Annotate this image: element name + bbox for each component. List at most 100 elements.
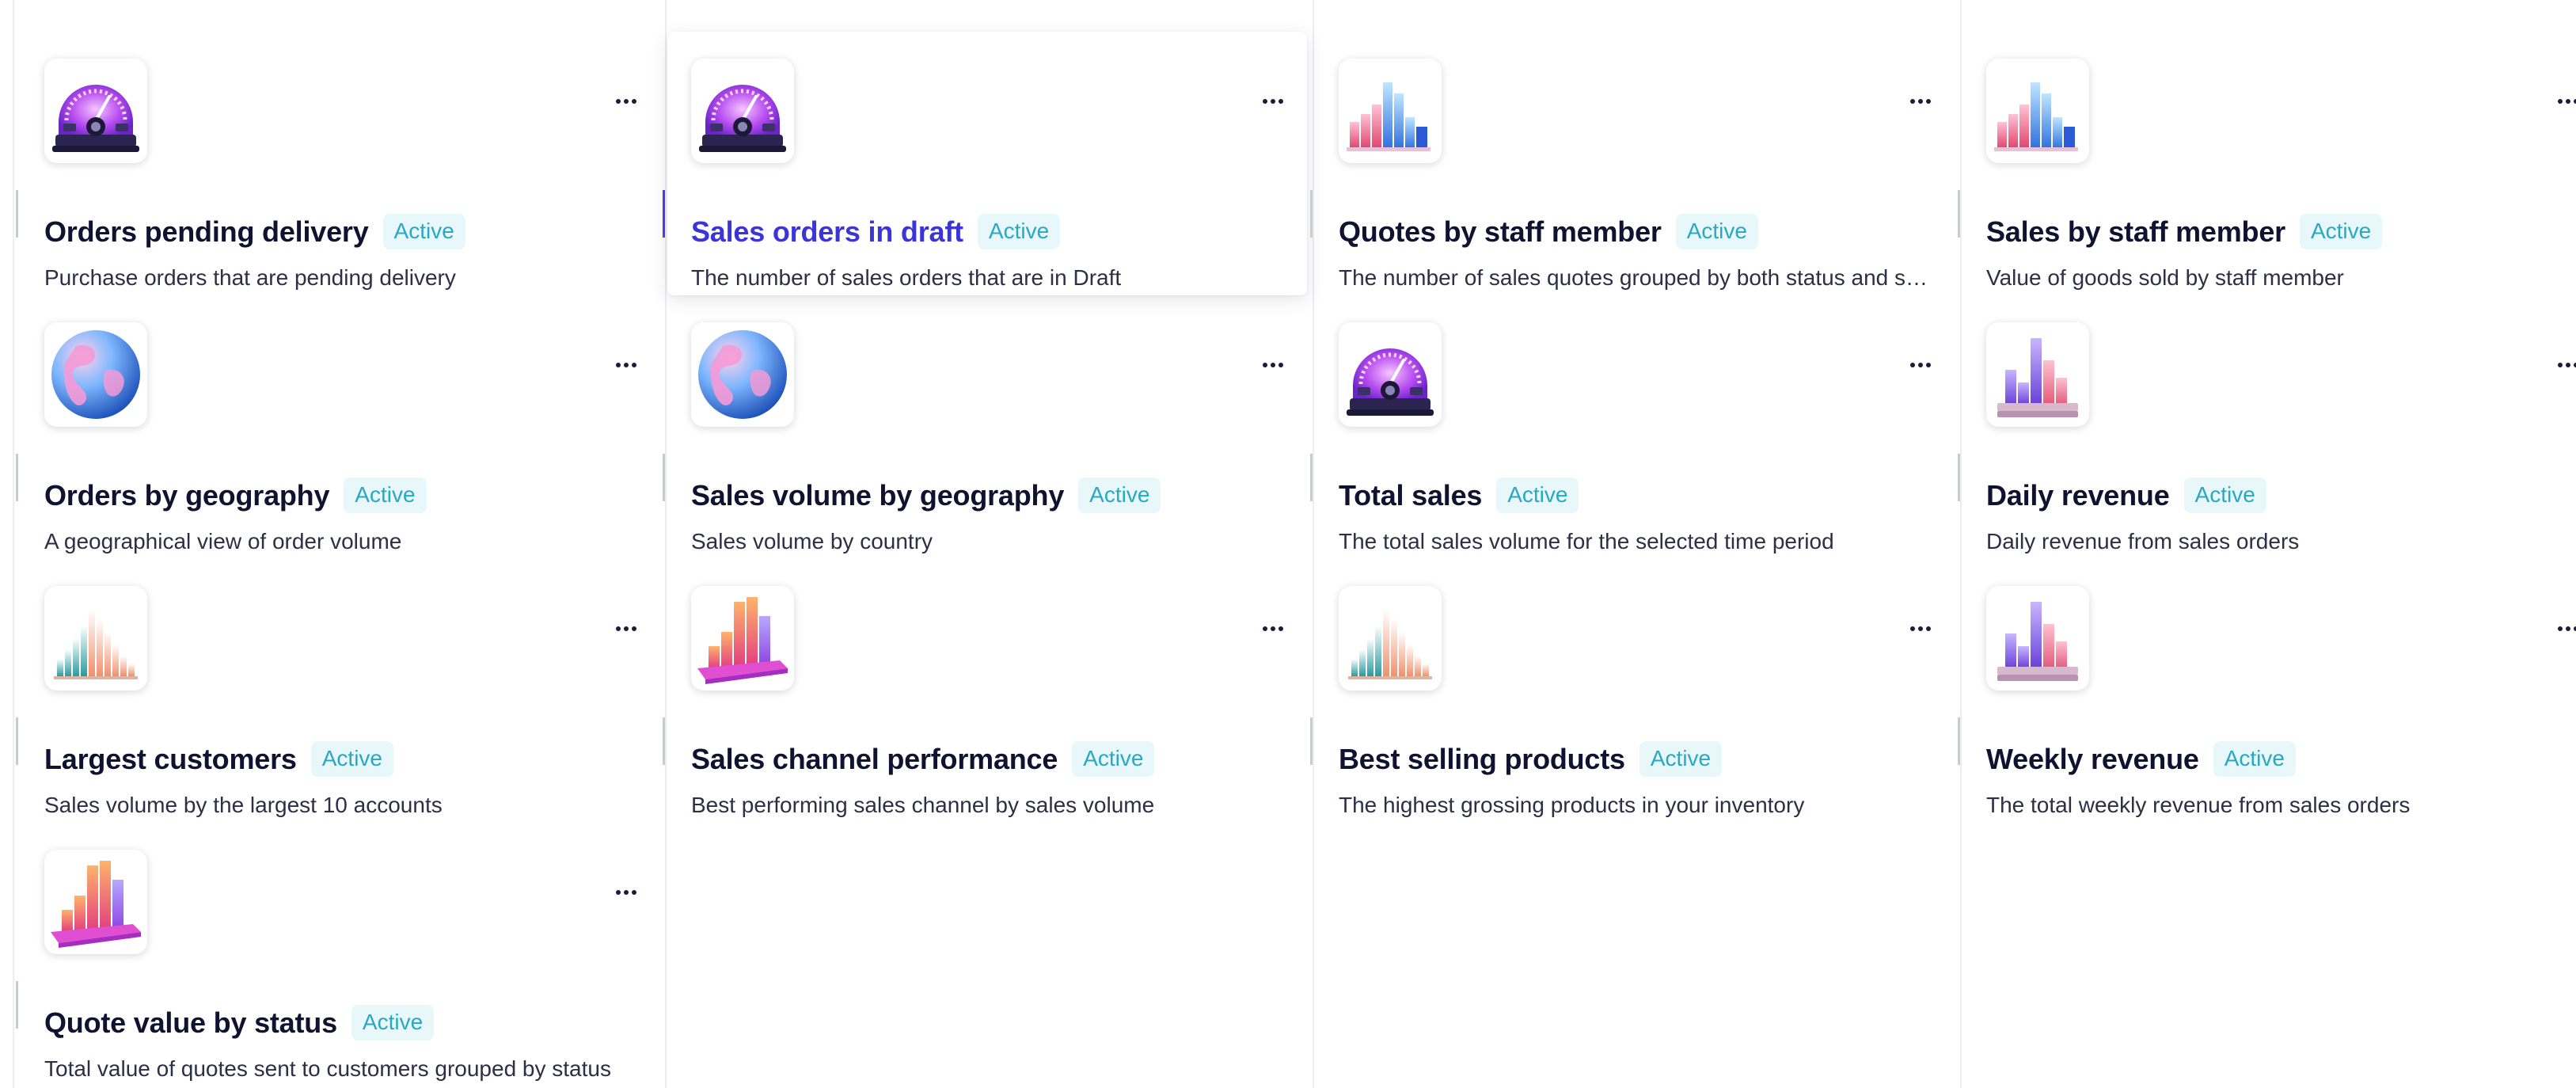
status-badge: Active xyxy=(1639,741,1723,777)
ellipsis-dot-icon xyxy=(1271,99,1275,104)
status-badge: Active xyxy=(1675,214,1758,249)
card-description: The number of sales orders that are in D… xyxy=(691,265,1122,290)
card-title[interactable]: Sales volume by geography xyxy=(691,479,1064,512)
more-options-button[interactable] xyxy=(608,614,644,643)
card-title[interactable]: Quotes by staff member xyxy=(1339,215,1662,249)
bar-chart-3d-icon xyxy=(1986,59,2089,163)
dashboard-card[interactable]: Quotes by staff member Active The number o… xyxy=(1310,32,1955,295)
ellipsis-dot-icon xyxy=(616,626,621,631)
dashboard-card[interactable]: Best selling products Active The highest g… xyxy=(1310,559,1955,823)
card-title[interactable]: Orders by geography xyxy=(44,479,329,512)
card-title[interactable]: Orders pending delivery xyxy=(44,215,369,249)
more-options-button[interactable] xyxy=(2550,87,2576,116)
ellipsis-dot-icon xyxy=(2566,99,2570,104)
ellipsis-dot-icon xyxy=(616,99,621,104)
globe-icon xyxy=(44,322,147,427)
card-description: The total weekly revenue from sales orde… xyxy=(1986,793,2411,817)
ellipsis-dot-icon xyxy=(2558,99,2563,104)
globe-icon xyxy=(691,322,794,427)
ellipsis-dot-icon xyxy=(616,363,621,367)
dashboard-card[interactable]: Largest customers Active Sales volume by t… xyxy=(16,559,660,823)
dashboard-card[interactable]: Daily revenue Active Daily revenue from sa… xyxy=(1958,295,2576,559)
speedometer-icon xyxy=(691,59,794,163)
card-title[interactable]: Best selling products xyxy=(1339,743,1625,776)
more-options-button[interactable] xyxy=(1902,351,1939,379)
card-title[interactable]: Sales channel performance xyxy=(691,743,1058,776)
card-title[interactable]: Sales by staff member xyxy=(1986,215,2285,249)
ellipsis-dot-icon xyxy=(616,890,621,895)
bar-chart-platform-icon xyxy=(691,586,794,690)
bar-chart-3d-icon xyxy=(1339,59,1442,163)
card-title-row: Daily revenue Active xyxy=(1986,477,2266,513)
card-accent-bar xyxy=(1310,454,1313,501)
dashboard-card[interactable]: Weekly revenue Active The total weekly rev… xyxy=(1958,559,2576,823)
card-title-row: Sales channel performance Active xyxy=(691,741,1155,777)
ellipsis-dot-icon xyxy=(2558,363,2563,367)
card-description: Sales volume by country xyxy=(691,529,933,554)
dashboard-card[interactable]: Sales by staff member Active Value of good… xyxy=(1958,32,2576,295)
ellipsis-dot-icon xyxy=(1926,99,1931,104)
more-options-button[interactable] xyxy=(608,878,644,907)
ellipsis-dot-icon xyxy=(1926,626,1931,631)
more-options-button[interactable] xyxy=(2550,614,2576,643)
more-options-button[interactable] xyxy=(1902,87,1939,116)
card-description: Best performing sales channel by sales v… xyxy=(691,793,1155,817)
ellipsis-dot-icon xyxy=(2558,626,2563,631)
card-title-row: Orders pending delivery Active xyxy=(44,214,465,249)
ellipsis-dot-icon xyxy=(1263,99,1267,104)
ellipsis-dot-icon xyxy=(624,99,629,104)
more-options-button[interactable] xyxy=(608,351,644,379)
card-title[interactable]: Largest customers xyxy=(44,743,297,776)
card-accent-bar xyxy=(16,981,18,1029)
dashboard-card[interactable]: Quote value by status Active Total value o… xyxy=(16,823,660,1086)
card-title-row: Sales by staff member Active xyxy=(1986,214,2383,249)
more-options-button[interactable] xyxy=(1255,351,1291,379)
column-divider xyxy=(1960,0,1962,1088)
bar-chart-pedestal-icon xyxy=(1986,586,2089,690)
card-title-row: Orders by geography Active xyxy=(44,477,427,513)
ellipsis-dot-icon xyxy=(632,626,636,631)
card-accent-bar xyxy=(1310,190,1313,238)
card-title[interactable]: Quote value by status xyxy=(44,1006,337,1040)
ellipsis-dot-icon xyxy=(632,99,636,104)
ellipsis-dot-icon xyxy=(1918,626,1923,631)
card-accent-bar xyxy=(1310,717,1313,765)
ellipsis-dot-icon xyxy=(1910,99,1915,104)
card-description: Sales volume by the largest 10 accounts xyxy=(44,793,443,817)
dashboard-card[interactable]: Sales orders in draft Active The number of… xyxy=(663,32,1307,295)
dashboard-card[interactable]: Sales volume by geography Active Sales vol… xyxy=(663,295,1307,559)
more-options-button[interactable] xyxy=(608,87,644,116)
more-options-button[interactable] xyxy=(2550,351,2576,379)
status-badge: Active xyxy=(310,741,393,777)
card-accent-bar xyxy=(1958,717,1960,765)
ellipsis-dot-icon xyxy=(2566,363,2570,367)
card-description: The total sales volume for the selected … xyxy=(1339,529,1834,554)
more-options-button[interactable] xyxy=(1255,614,1291,643)
ellipsis-dot-icon xyxy=(1279,363,1283,367)
ellipsis-dot-icon xyxy=(624,626,629,631)
speedometer-icon xyxy=(1339,322,1442,427)
card-accent-bar xyxy=(663,454,665,501)
ellipsis-dot-icon xyxy=(1279,626,1283,631)
card-accent-bar xyxy=(663,190,665,238)
card-title[interactable]: Daily revenue xyxy=(1986,479,2170,512)
dashboard-card[interactable]: Total sales Active The total sales volume … xyxy=(1310,295,1955,559)
card-title[interactable]: Sales orders in draft xyxy=(691,215,963,249)
dashboard-card[interactable]: Orders by geography Active A geographical … xyxy=(16,295,660,559)
ellipsis-dot-icon xyxy=(1263,626,1267,631)
card-description: Purchase orders that are pending deliver… xyxy=(44,265,456,290)
card-title[interactable]: Total sales xyxy=(1339,479,1482,512)
more-options-button[interactable] xyxy=(1255,87,1291,116)
card-title[interactable]: Weekly revenue xyxy=(1986,743,2199,776)
ellipsis-dot-icon xyxy=(1279,99,1283,104)
bar-chart-pedestal-icon xyxy=(1986,322,2089,427)
dashboard-card[interactable]: Sales channel performance Active Best perf… xyxy=(663,559,1307,823)
card-accent-bar xyxy=(1958,454,1960,501)
card-accent-bar xyxy=(663,717,665,765)
status-badge: Active xyxy=(977,214,1061,249)
card-title-row: Sales volume by geography Active xyxy=(691,477,1161,513)
dashboard-card[interactable]: Orders pending delivery Active Purchase or… xyxy=(16,32,660,295)
card-title-row: Best selling products Active xyxy=(1339,741,1723,777)
more-options-button[interactable] xyxy=(1902,614,1939,643)
ellipsis-dot-icon xyxy=(624,890,629,895)
